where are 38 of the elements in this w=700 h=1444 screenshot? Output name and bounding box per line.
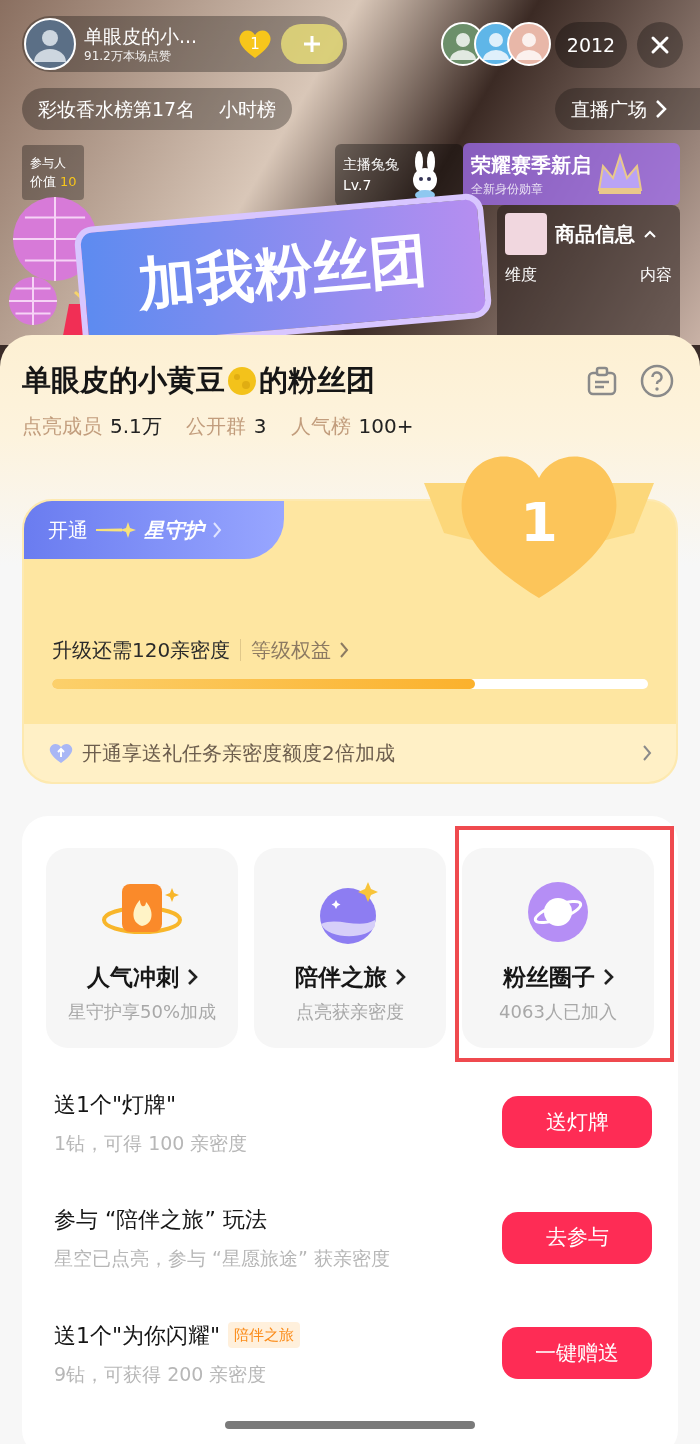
value-label: 价值 xyxy=(30,172,56,191)
feature-subtitle: 星守护享50%加成 xyxy=(68,1000,216,1024)
task-tag: 陪伴之旅 xyxy=(228,1321,301,1349)
feature-title: 人气冲刺 xyxy=(86,962,179,992)
season-title: 荣耀赛季新启 xyxy=(471,152,591,179)
task-description: 星空已点亮，参与 “星愿旅途” 获亲密度 xyxy=(54,1246,390,1271)
stats-title: 参与人 xyxy=(30,154,67,172)
feature-title: 粉丝圈子 xyxy=(502,962,595,992)
feature-title: 陪伴之旅 xyxy=(294,962,387,992)
stat-value: 3 xyxy=(253,412,267,440)
product-title: 商品信息 xyxy=(555,221,635,248)
stat-label: 公开群 xyxy=(185,412,246,440)
fan-level-heart: 1 xyxy=(237,28,273,60)
task-title: 参与 “陪伴之旅” 玩法 xyxy=(54,1206,267,1234)
task-description: 1钻，可得 100 亲密度 xyxy=(54,1130,248,1156)
streamer-name: 单眼皮的小... xyxy=(84,24,198,48)
club-owner-name: 单眼皮的小黄豆 xyxy=(22,362,225,399)
feature-subtitle: 点亮获亲密度 xyxy=(296,1000,404,1024)
board-name: 小时榜 xyxy=(219,96,277,122)
feature-subtitle: 4063人已加入 xyxy=(499,1000,617,1024)
ranking-text: 彩妆香水榜第17名 xyxy=(38,96,196,122)
stat-value: 5.1万 xyxy=(110,412,162,440)
level-number: 1 xyxy=(520,495,558,550)
task-description: 9钻，可获得 200 亲密度 xyxy=(54,1361,268,1387)
stat-value: 100+ xyxy=(358,412,414,440)
column-header: 内容 xyxy=(640,264,672,286)
like-count: 91.2万本场点赞 xyxy=(84,48,172,64)
task-title: 送1个"灯牌" xyxy=(54,1090,177,1119)
upgrade-requirement: 升级还需120亲密度 xyxy=(52,636,231,664)
task-title: 送1个"为你闪耀" xyxy=(54,1321,221,1350)
stat-label: 人气榜 xyxy=(290,412,351,440)
stat-label: 点亮成员 xyxy=(22,412,102,440)
club-title: 的粉丝团 xyxy=(259,362,375,399)
value-number: 10 xyxy=(60,172,77,191)
host-level: Lv.7 xyxy=(343,176,373,195)
host-name: 主播兔兔 xyxy=(343,155,399,174)
column-header: 维度 xyxy=(505,264,537,286)
season-subtitle: 全新身份勋章 xyxy=(471,181,544,198)
